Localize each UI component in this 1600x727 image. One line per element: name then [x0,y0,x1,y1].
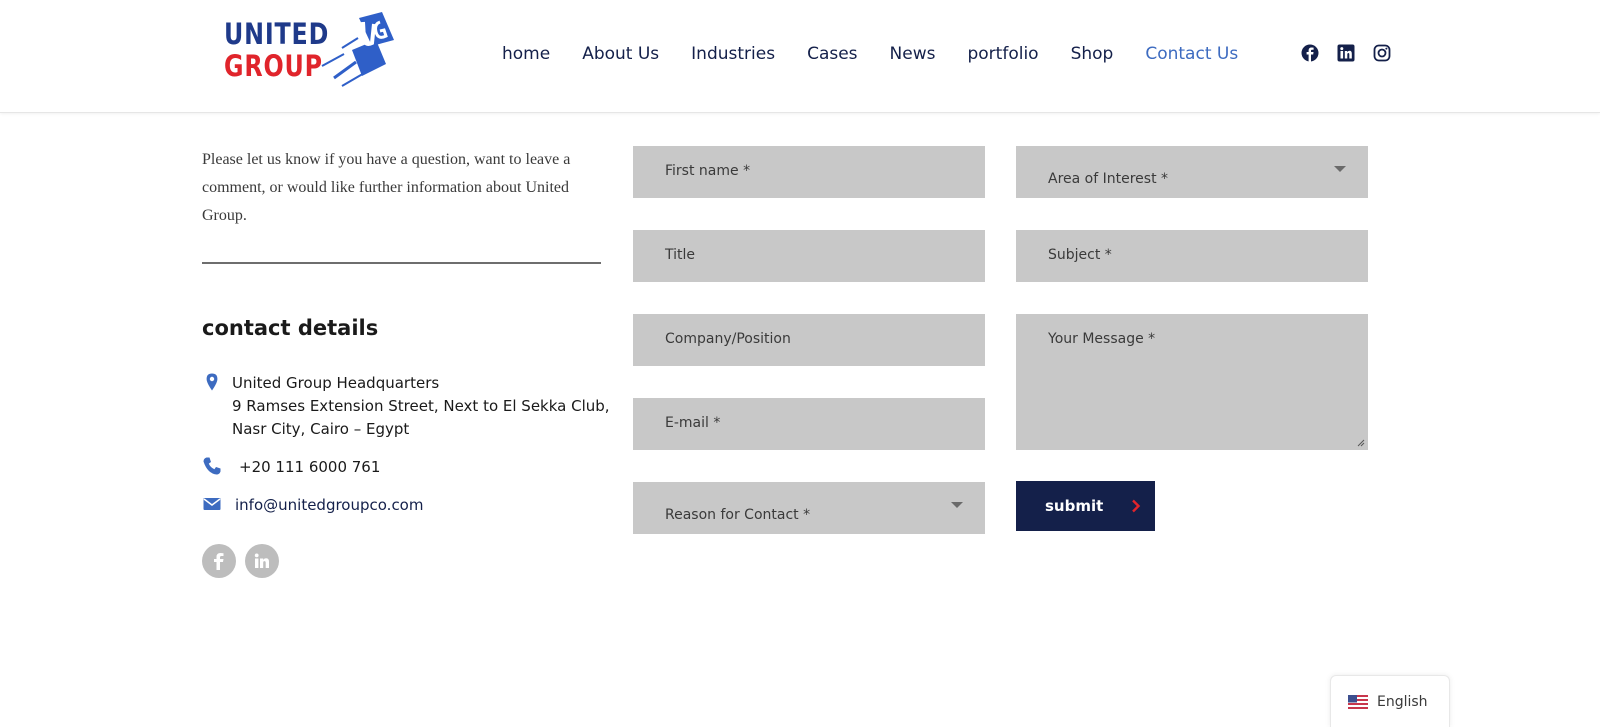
email-link[interactable]: info@unitedgroupco.com [235,494,423,517]
nav-shop[interactable]: Shop [1071,42,1114,66]
message-placeholder: Your Message * [1048,331,1156,347]
map-pin-icon [206,373,218,391]
address-line-2: 9 Ramses Extension Street, Next to El Se… [232,397,610,415]
phone-block: +20 111 6000 761 [202,456,380,479]
linkedin-icon [254,553,269,568]
reason-for-contact-placeholder: Reason for Contact * [665,507,811,523]
ug-logo-mark-icon [321,12,394,87]
phone-number[interactable]: +20 111 6000 761 [239,456,380,479]
first-name-placeholder: First name * [665,163,751,179]
nav-cases[interactable]: Cases [807,42,857,66]
submit-button[interactable]: submit [1016,481,1155,531]
chevron-down-icon [1334,166,1346,172]
resize-grip-icon[interactable] [1357,439,1365,447]
subject-placeholder: Subject * [1048,247,1112,263]
area-of-interest-select[interactable]: Area of Interest * [1016,146,1368,198]
facebook-icon[interactable] [1301,44,1319,62]
first-name-field[interactable]: First name * [633,146,985,198]
company-position-placeholder: Company/Position [665,331,791,347]
title-placeholder: Title [665,247,696,263]
site-header: UNITED GROUP home About Us Industries Ca… [0,0,1600,113]
phone-icon [203,457,221,475]
nav-portfolio[interactable]: portfolio [967,42,1038,66]
nav-industries[interactable]: Industries [691,42,775,66]
nav-news[interactable]: News [890,42,936,66]
email-field[interactable]: E-mail * [633,398,985,450]
united-group-logo[interactable]: UNITED GROUP [224,8,394,92]
chevron-down-icon [951,502,963,508]
title-field[interactable]: Title [633,230,985,282]
email-placeholder: E-mail * [665,415,721,431]
facebook-circle-button[interactable] [202,544,236,578]
facebook-icon [214,553,224,570]
us-flag-icon [1348,694,1368,709]
company-position-field[interactable]: Company/Position [633,314,985,366]
address-line-1: United Group Headquarters [232,374,440,392]
linkedin-circle-button[interactable] [245,544,279,578]
subject-field[interactable]: Subject * [1016,230,1368,282]
chevron-right-icon [1132,499,1141,513]
section-divider [202,262,601,264]
nav-home[interactable]: home [502,42,550,66]
nav-about-us[interactable]: About Us [582,42,659,66]
address-block: United Group Headquarters 9 Ramses Exten… [202,372,610,441]
header-social-links [1301,44,1391,62]
nav-contact-us[interactable]: Contact Us [1145,42,1238,66]
submit-label: submit [1045,497,1104,515]
address-line-3: Nasr City, Cairo – Egypt [232,420,410,438]
envelope-icon [203,498,221,510]
area-of-interest-placeholder: Area of Interest * [1048,171,1169,187]
instagram-icon[interactable] [1373,44,1391,62]
contact-details-heading: contact details [202,316,379,340]
logo-text-group: GROUP [224,49,323,83]
reason-for-contact-select[interactable]: Reason for Contact * [633,482,985,534]
main-nav: home About Us Industries Cases News port… [502,42,1270,66]
linkedin-icon[interactable] [1337,44,1355,62]
language-label: English [1377,693,1428,710]
contact-social-links [202,544,279,578]
message-textarea[interactable]: Your Message * [1016,314,1368,450]
contact-intro-text: Please let us know if you have a questio… [202,151,571,224]
email-block: info@unitedgroupco.com [202,494,423,517]
language-switcher[interactable]: English [1330,675,1450,727]
